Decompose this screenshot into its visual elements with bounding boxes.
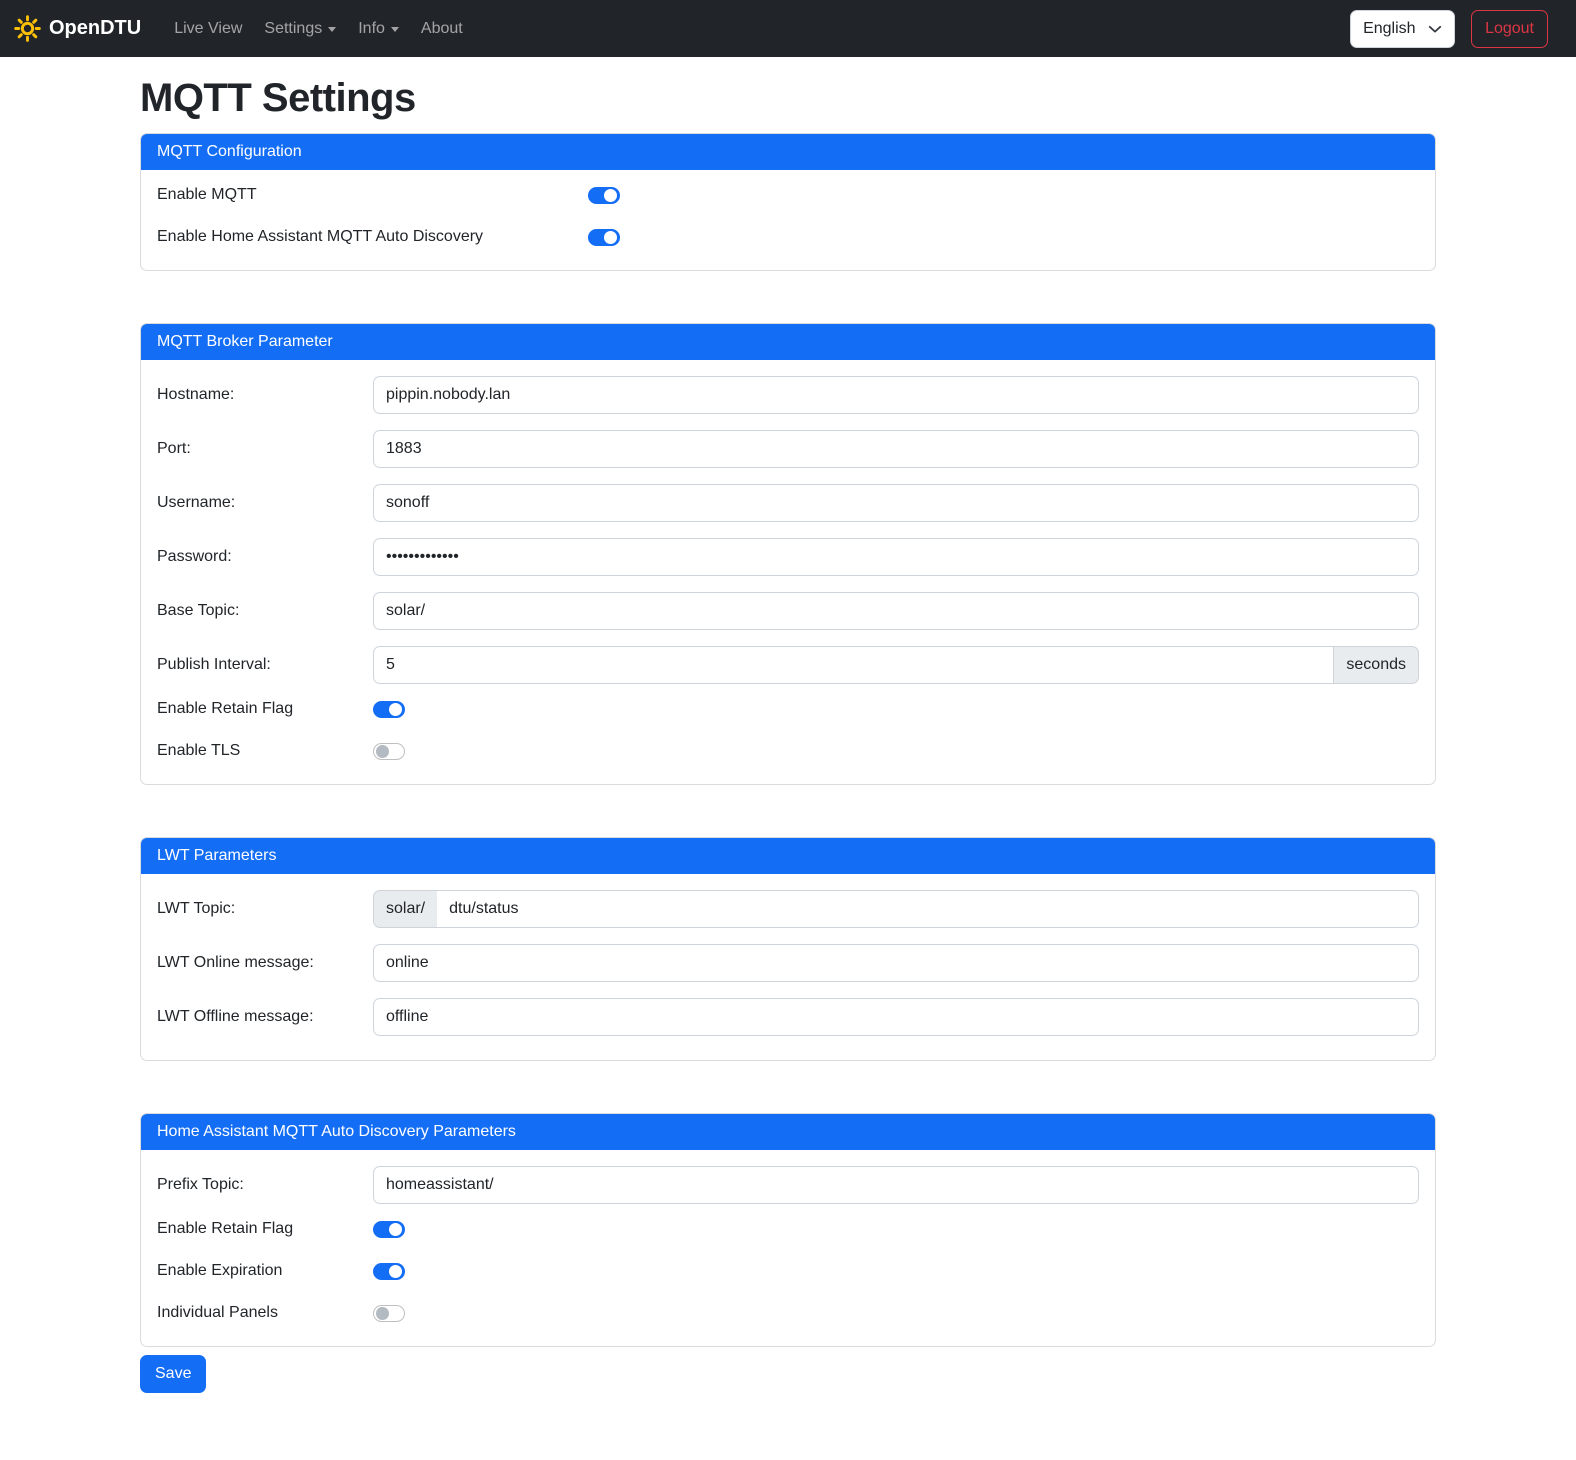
nav-item-info-label: Info [358,20,385,38]
hass-discovery-body: Prefix Topic: Enable Retain Flag Enable … [141,1150,1435,1346]
nav-item-about-label: About [421,20,463,38]
broker-retain-label: Enable Retain Flag [157,700,373,718]
nav-item-live-view-label: Live View [174,20,242,38]
enable-hass-discovery-toggle[interactable] [588,229,620,246]
nav-item-about[interactable]: About [410,12,474,46]
page-title: MQTT Settings [140,76,1436,121]
nav-item-info[interactable]: Info [347,12,410,46]
hass-discovery-header: Home Assistant MQTT Auto Discovery Param… [141,1114,1435,1150]
lwt-offline-label: LWT Offline message: [157,1008,373,1026]
hostname-input[interactable] [373,376,1419,414]
nav-item-settings[interactable]: Settings [253,12,347,46]
lwt-online-input[interactable] [373,944,1419,982]
publish-interval-label: Publish Interval: [157,656,373,674]
toggle-knob [376,1307,389,1320]
seconds-addon: seconds [1334,646,1419,684]
language-select[interactable]: English [1350,10,1455,48]
sun-icon [14,15,41,42]
lwt-topic-label: LWT Topic: [157,900,373,918]
lwt-parameters-header: LWT Parameters [141,838,1435,874]
enable-expiration-toggle[interactable] [373,1263,405,1280]
chevron-down-icon [391,27,399,32]
mqtt-configuration-body: Enable MQTT Enable Home Assistant MQTT A… [141,170,1435,270]
mqtt-broker-header: MQTT Broker Parameter [141,324,1435,360]
mqtt-configuration-card: MQTT Configuration Enable MQTT Enable Ho… [140,133,1436,271]
password-input[interactable] [373,538,1419,576]
lwt-offline-input[interactable] [373,998,1419,1036]
navbar-right: English Logout [1350,10,1548,48]
lwt-online-label: LWT Online message: [157,954,373,972]
port-input[interactable] [373,430,1419,468]
toggle-knob [389,703,402,716]
toggle-knob [604,189,617,202]
lwt-topic-prefix-addon: solar/ [373,890,437,928]
hass-retain-toggle[interactable] [373,1221,405,1238]
logout-button[interactable]: Logout [1471,10,1548,48]
hostname-label: Hostname: [157,386,373,404]
enable-mqtt-label: Enable MQTT [157,186,588,204]
chevron-down-icon [1428,22,1442,36]
nav-links: Live View Settings Info About [163,12,474,46]
nav-item-settings-label: Settings [264,20,322,38]
username-input[interactable] [373,484,1419,522]
lwt-parameters-card: LWT Parameters LWT Topic: solar/ LWT Onl… [140,837,1436,1061]
base-topic-input[interactable] [373,592,1419,630]
password-label: Password: [157,548,373,566]
individual-panels-toggle[interactable] [373,1305,405,1322]
chevron-down-icon [328,27,336,32]
lwt-topic-input[interactable] [437,890,1419,928]
toggle-knob [376,745,389,758]
brand-label: OpenDTU [49,17,141,40]
publish-interval-input[interactable] [373,646,1334,684]
username-label: Username: [157,494,373,512]
individual-panels-label: Individual Panels [157,1304,373,1322]
enable-hass-discovery-label: Enable Home Assistant MQTT Auto Discover… [157,228,588,246]
mqtt-broker-body: Hostname: Port: Username: Password: [141,360,1435,784]
enable-tls-label: Enable TLS [157,742,373,760]
toggle-knob [389,1223,402,1236]
broker-retain-toggle[interactable] [373,701,405,718]
enable-expiration-label: Enable Expiration [157,1262,373,1280]
enable-tls-toggle[interactable] [373,743,405,760]
lwt-parameters-body: LWT Topic: solar/ LWT Online message: LW… [141,874,1435,1060]
brand-link[interactable]: OpenDTU [14,15,141,42]
mqtt-configuration-header: MQTT Configuration [141,134,1435,170]
toggle-knob [389,1265,402,1278]
hass-retain-label: Enable Retain Flag [157,1220,373,1238]
top-navbar: OpenDTU Live View Settings Info About En… [0,0,1576,57]
toggle-knob [604,231,617,244]
prefix-topic-label: Prefix Topic: [157,1176,373,1194]
base-topic-label: Base Topic: [157,602,373,620]
nav-item-live-view[interactable]: Live View [163,12,253,46]
prefix-topic-input[interactable] [373,1166,1419,1204]
port-label: Port: [157,440,373,458]
enable-mqtt-toggle[interactable] [588,187,620,204]
hass-discovery-card: Home Assistant MQTT Auto Discovery Param… [140,1113,1436,1347]
save-button[interactable]: Save [140,1355,206,1393]
mqtt-broker-card: MQTT Broker Parameter Hostname: Port: Us… [140,323,1436,785]
language-select-value: English [1363,20,1415,38]
